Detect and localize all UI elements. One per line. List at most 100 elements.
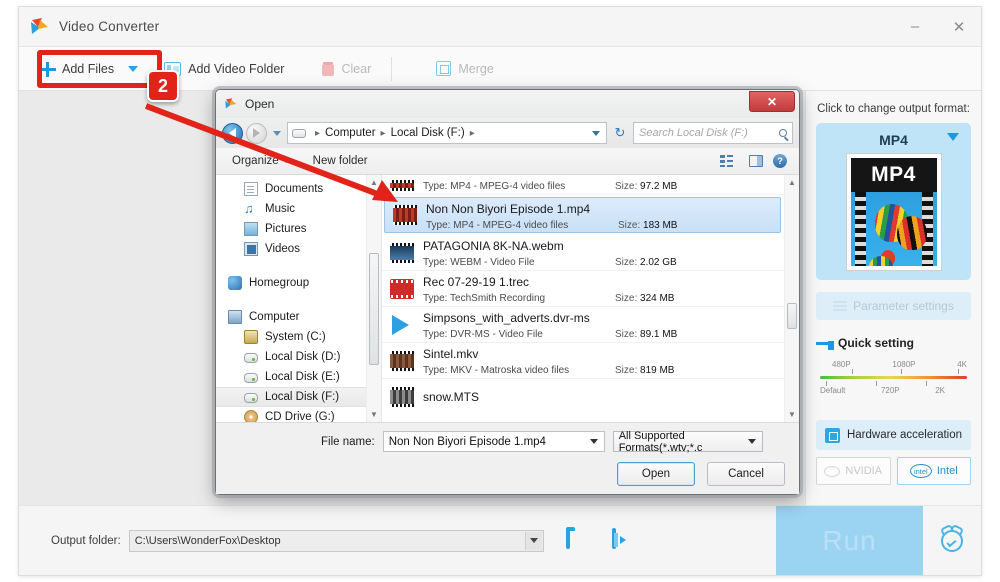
sidebar-item-music[interactable]: ♫ Music [216,199,381,219]
close-button[interactable]: ✕ [937,7,981,46]
output-format-card[interactable]: MP4 MP4 [816,123,971,280]
preview-pane-icon[interactable] [749,155,763,167]
open-output-folder-button[interactable] [565,527,590,552]
search-input[interactable]: Search Local Disk (F:) [633,122,793,144]
cancel-button[interactable]: Cancel [707,462,785,486]
computer-icon [228,310,242,324]
quality-slider[interactable]: 480P 1080P 4K Default 720P 2K [820,360,967,408]
breadcrumb-bar[interactable]: ▸ Computer ▸ Local Disk (F:) ▸ [287,122,607,144]
sidebar-item-cd-drive-g[interactable]: CD Drive (G:) [216,407,381,422]
scroll-down-icon[interactable]: ▼ [785,407,799,422]
slider-track[interactable] [820,376,967,379]
file-name-input[interactable]: Non Non Biyori Episode 1.mp4 [382,431,605,452]
file-list-scrollbar[interactable]: ▲ ▼ [784,175,799,422]
sidebar-item-videos[interactable]: Videos [216,239,381,259]
sliders-icon [833,300,848,312]
file-type-value: All Supported Formats(*.wtv;*.c [618,429,703,454]
file-list[interactable]: Type: MP4 - MPEG-4 video files Size: 97.… [381,175,799,422]
organize-label: Organize [232,155,279,167]
nvidia-toggle[interactable]: NVIDIA [816,457,891,485]
help-icon[interactable]: ? [773,154,787,168]
merge-button[interactable]: Merge [424,47,505,90]
file-name-label: File name: [321,435,375,448]
sidebar-label: System (C:) [265,331,326,343]
slider-tick-4k: 4K [957,360,967,369]
run-button[interactable]: Run [776,506,923,575]
table-row[interactable]: Simpsons_with_adverts.dvr-ms Type: DVR-M… [382,307,799,343]
back-button[interactable] [222,122,243,144]
parameter-settings-button[interactable]: Parameter settings [816,292,971,320]
thumb-band: MP4 [850,158,937,192]
table-row[interactable]: Sintel.mkv Type: MKV - Matroska video fi… [382,343,799,379]
annotation-step-badge: 2 [147,70,179,102]
output-folder-input[interactable]: C:\Users\WonderFox\Desktop [128,529,544,552]
breadcrumb-local-disk-f[interactable]: Local Disk (F:) [391,127,465,139]
clear-button[interactable]: Clear [310,47,383,90]
sidebar-item-local-disk-d[interactable]: Local Disk (D:) [216,347,381,367]
format-dropdown-icon[interactable] [947,133,959,141]
table-row[interactable]: Non Non Biyori Episode 1.mp4 Type: MP4 -… [384,197,781,233]
history-dropdown-icon[interactable] [273,130,281,136]
sidebar-item-local-disk-f[interactable]: Local Disk (F:) [216,387,381,407]
breadcrumb-sep-0: ▸ [315,127,321,139]
minimize-button[interactable]: – [893,7,937,46]
scrollbar-thumb[interactable] [369,253,379,365]
magnifier-icon [779,129,787,137]
file-type-dropdown-icon[interactable] [747,439,756,444]
sidebar-item-computer[interactable]: Computer [216,307,381,327]
disk-icon [244,353,258,363]
forward-button[interactable] [246,122,267,144]
dialog-buttons: Open Cancel [216,452,799,486]
table-row[interactable]: snow.MTS [382,379,799,415]
breadcrumb-computer[interactable]: Computer [325,127,376,139]
file-info: Simpsons_with_adverts.dvr-ms Type: DVR-M… [423,309,791,340]
quick-setting-icon [816,340,834,350]
refresh-button[interactable]: ↻ [610,123,630,143]
intel-toggle[interactable]: intel Intel [896,457,971,485]
scroll-down-icon[interactable]: ▼ [367,407,381,422]
intel-icon: intel [909,464,932,478]
organize-button[interactable]: Organize [224,155,297,167]
sidebar-scrollbar[interactable]: ▲ ▼ [366,175,381,422]
slider-ticks-bottom [820,381,967,386]
disk-icon [244,393,258,403]
file-info: Non Non Biyori Episode 1.mp4 Type: MP4 -… [426,200,772,231]
breadcrumb-dropdown-icon[interactable] [592,130,600,136]
view-list-icon[interactable] [720,155,733,167]
toolbar-divider [391,56,393,81]
sidebar-item-local-disk-e[interactable]: Local Disk (E:) [216,367,381,387]
sidebar-item-documents[interactable]: Documents [216,179,381,199]
file-type-select[interactable]: All Supported Formats(*.wtv;*.c [612,429,763,454]
dialog-footer: File name: Non Non Biyori Episode 1.mp4 … [216,422,799,494]
new-folder-button[interactable]: New folder [305,155,376,167]
sidebar-item-system-c[interactable]: System (C:) [216,327,381,347]
slider-top-labels: 480P 1080P 4K [820,360,967,369]
film-blue-icon [390,242,414,263]
dialog-close-button[interactable]: ✕ [749,91,795,112]
add-files-dropdown-icon[interactable] [128,65,139,72]
output-settings-panel: Click to change output format: MP4 MP4 P… [805,91,981,505]
sidebar-item-pictures[interactable]: Pictures [216,219,381,239]
hardware-acceleration-button[interactable]: Hardware acceleration [816,420,971,450]
table-row[interactable]: Rec 07-29-19 1.trec Type: TechSmith Reco… [382,271,799,307]
scrollbar-thumb[interactable] [787,303,797,329]
open-button[interactable]: Open [617,462,695,486]
file-meta: Type: MP4 - MPEG-4 video files Size: 183… [426,220,772,231]
file-meta: Type: DVR-MS - Video File Size: 89.1 MB [423,329,791,340]
thumb-film-perf-left [854,192,866,266]
sidebar-item-homegroup[interactable]: Homegroup [216,273,381,293]
file-name-dropdown-icon[interactable] [589,439,598,444]
parameter-settings-label: Parameter settings [853,299,954,313]
size-value: 89.1 MB [640,329,678,340]
add-files-button[interactable]: Add Files [19,47,126,90]
size-label: Size: [615,293,638,304]
size-label: Size: [618,219,641,231]
output-folder-dropdown-icon[interactable] [524,531,542,550]
table-row[interactable]: Type: MP4 - MPEG-4 video files Size: 97.… [382,175,799,195]
output-file-button[interactable] [611,527,636,552]
schedule-button[interactable] [923,506,981,575]
scroll-up-icon[interactable]: ▲ [785,175,799,190]
scroll-up-icon[interactable]: ▲ [367,175,381,190]
file-info: Type: MP4 - MPEG-4 video files Size: 97.… [423,179,791,192]
table-row[interactable]: PATAGONIA 8K-NA.webm Type: WEBM - Video … [382,235,799,271]
